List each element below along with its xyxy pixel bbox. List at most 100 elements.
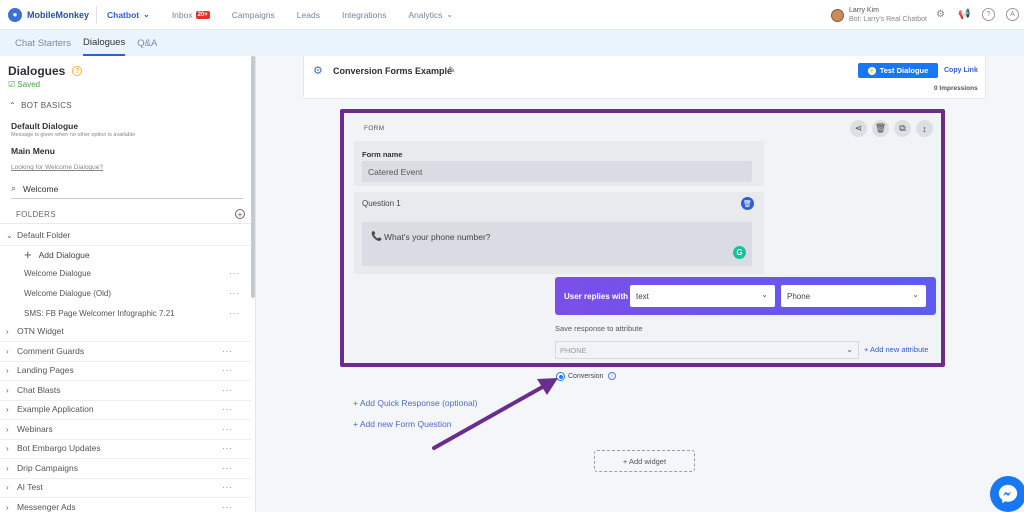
messenger-chat-button[interactable] [990, 476, 1024, 512]
folder-item[interactable]: › Webinars ··· [0, 420, 251, 440]
dialogue-label: Welcome Dialogue [24, 269, 91, 278]
tab-dialogues[interactable]: Dialogues [82, 30, 126, 56]
megaphone-icon[interactable]: 📢 [958, 8, 971, 21]
conversion-label: Conversion [568, 373, 604, 380]
main-menu-item[interactable]: Main Menu [11, 146, 55, 156]
gear-icon[interactable]: ⚙ [313, 64, 323, 77]
share-icon[interactable]: ⋖ [850, 120, 867, 137]
folder-item[interactable]: › Bot Embargo Updates ··· [0, 439, 251, 459]
form-name-input[interactable]: Catered Event [362, 161, 752, 182]
dialogue-label: Welcome Dialogue (Old) [24, 289, 111, 298]
form-widget: FORM ⋖ 🗑 ⧉ ↕ Form name Catered Event Que… [340, 109, 945, 367]
welcome-dialogue-link[interactable]: Looking for Welcome Dialogue? [11, 164, 103, 171]
list-item[interactable]: SMS: FB Page Welcomer Infographic 7.21 ··… [24, 304, 244, 323]
tab-chat-starters[interactable]: Chat Starters [15, 30, 71, 56]
folder-item[interactable]: › OTN Widget [0, 322, 251, 342]
form-name-label: Form name [362, 150, 403, 159]
grammarly-icon[interactable]: G [733, 246, 746, 259]
nav-analytics[interactable]: Analytics ⌄ [408, 10, 453, 20]
reply-validation-select[interactable]: Phone ⌄ [781, 285, 926, 307]
account-icon[interactable]: A [1006, 8, 1019, 21]
trash-icon[interactable]: 🗑 [741, 197, 754, 210]
bot-basics-toggle[interactable]: ⌃ BOT BASICS [9, 101, 72, 110]
help-icon[interactable]: ? [72, 66, 83, 76]
folder-label: Chat Blasts [17, 385, 61, 396]
nav-campaigns[interactable]: Campaigns [232, 10, 275, 20]
test-dialogue-button[interactable]: ⚡ Test Dialogue [858, 63, 938, 78]
folder-item[interactable]: › Chat Blasts ··· [0, 381, 251, 401]
list-item[interactable]: Welcome Dialogue (Old) ··· [24, 284, 244, 303]
more-icon[interactable]: ··· [222, 464, 233, 473]
more-icon[interactable]: ··· [229, 269, 240, 278]
sidebar-scrollbar[interactable] [251, 56, 255, 298]
nav-integrations[interactable]: Integrations [342, 10, 386, 20]
more-icon[interactable]: ··· [222, 483, 233, 492]
folder-item[interactable]: › Drip Campaigns ··· [0, 459, 251, 479]
folder-label: Webinars [17, 424, 53, 435]
nav-chatbot[interactable]: Chatbot ⌄ [107, 10, 150, 20]
folder-item[interactable]: › AI Test ··· [0, 478, 251, 498]
help-icon[interactable]: ? [982, 8, 995, 21]
default-dialogue-desc: Message is given when no other option is… [11, 132, 136, 138]
question-label: Question 1 [362, 199, 401, 208]
user-bot-name: Bot: Larry's Real Chatbot [849, 16, 927, 23]
add-attribute-link[interactable]: + Add new attribute [864, 345, 928, 354]
nav-chatbot-label: Chatbot [107, 9, 140, 20]
info-icon[interactable]: i [608, 372, 616, 380]
gear-icon[interactable]: ⚙ [934, 8, 947, 21]
add-folder-icon[interactable]: + [235, 209, 245, 219]
folder-item[interactable]: › Messenger Ads ··· [0, 498, 251, 512]
copy-link[interactable]: Copy Link [944, 67, 978, 74]
folder-label: Landing Pages [17, 365, 74, 376]
more-icon[interactable]: ··· [222, 347, 233, 356]
default-dialogue-item[interactable]: Default Dialogue [11, 121, 78, 131]
sidebar-title-text: Dialogues [8, 64, 66, 78]
more-icon[interactable]: ··· [229, 309, 240, 318]
dialogue-label: SMS: FB Page Welcomer Infographic 7.21 [24, 309, 175, 318]
more-icon[interactable]: ··· [222, 366, 233, 375]
more-icon[interactable]: ··· [222, 503, 233, 512]
pencil-icon[interactable]: ✎ [448, 65, 456, 76]
trash-icon[interactable]: 🗑 [872, 120, 889, 137]
nav-inbox[interactable]: Inbox 20+ [172, 10, 210, 20]
more-icon[interactable]: ··· [222, 425, 233, 434]
bot-basics-label: BOT BASICS [21, 101, 72, 110]
folder-label: Messenger Ads [17, 502, 76, 512]
chevron-down-icon: ⌄ [446, 10, 454, 19]
chevron-right-icon: › [6, 385, 9, 395]
saved-status: ☑ Saved [8, 80, 41, 89]
nav-leads[interactable]: Leads [297, 10, 320, 20]
folder-item[interactable]: › Landing Pages ··· [0, 361, 251, 381]
copy-icon[interactable]: ⧉ [894, 120, 911, 137]
more-icon[interactable]: ··· [222, 444, 233, 453]
nav-integrations-label: Integrations [341, 9, 387, 20]
nav-leads-label: Leads [296, 9, 320, 20]
user-name: Larry Kim [849, 7, 879, 14]
folder-default[interactable]: ⌄ Default Folder [0, 226, 251, 246]
dialogues-sidebar: Dialogues ? ☑ Saved ⌃ BOT BASICS Default… [0, 56, 256, 512]
more-icon[interactable]: ··· [229, 289, 240, 298]
user-menu[interactable]: Larry Kim Bot: Larry's Real Chatbot [831, 6, 927, 24]
chevron-down-icon: ⌄ [6, 230, 13, 240]
tab-qa[interactable]: Q&A [137, 30, 157, 56]
question-input[interactable]: 📞 What's your phone number? G [362, 222, 752, 266]
folder-label: Example Application [17, 404, 94, 415]
folder-item[interactable]: › Example Application ··· [0, 400, 251, 420]
list-item[interactable]: Welcome Dialogue ··· [24, 264, 244, 283]
folder-label: OTN Widget [17, 326, 64, 337]
folder-label: Drip Campaigns [17, 463, 78, 474]
question-text: What's your phone number? [384, 232, 491, 242]
logo[interactable]: ● MobileMonkey [8, 7, 96, 22]
chevron-right-icon: › [6, 443, 9, 453]
attribute-select[interactable]: PHONE ⌄ [555, 341, 859, 359]
add-dialogue-button[interactable]: + Add Dialogue [24, 245, 144, 264]
saved-text: Saved [17, 80, 41, 89]
reply-type-select[interactable]: text ⌄ [630, 285, 775, 307]
folder-item[interactable]: › Comment Guards ··· [0, 342, 251, 362]
folder-label: Default Folder [17, 230, 71, 241]
more-icon[interactable]: ··· [222, 386, 233, 395]
more-icon[interactable]: ··· [222, 405, 233, 414]
search-input[interactable] [23, 183, 224, 194]
drag-handle-icon[interactable]: ↕ [916, 120, 933, 137]
add-widget-button[interactable]: + Add widget [594, 450, 695, 472]
